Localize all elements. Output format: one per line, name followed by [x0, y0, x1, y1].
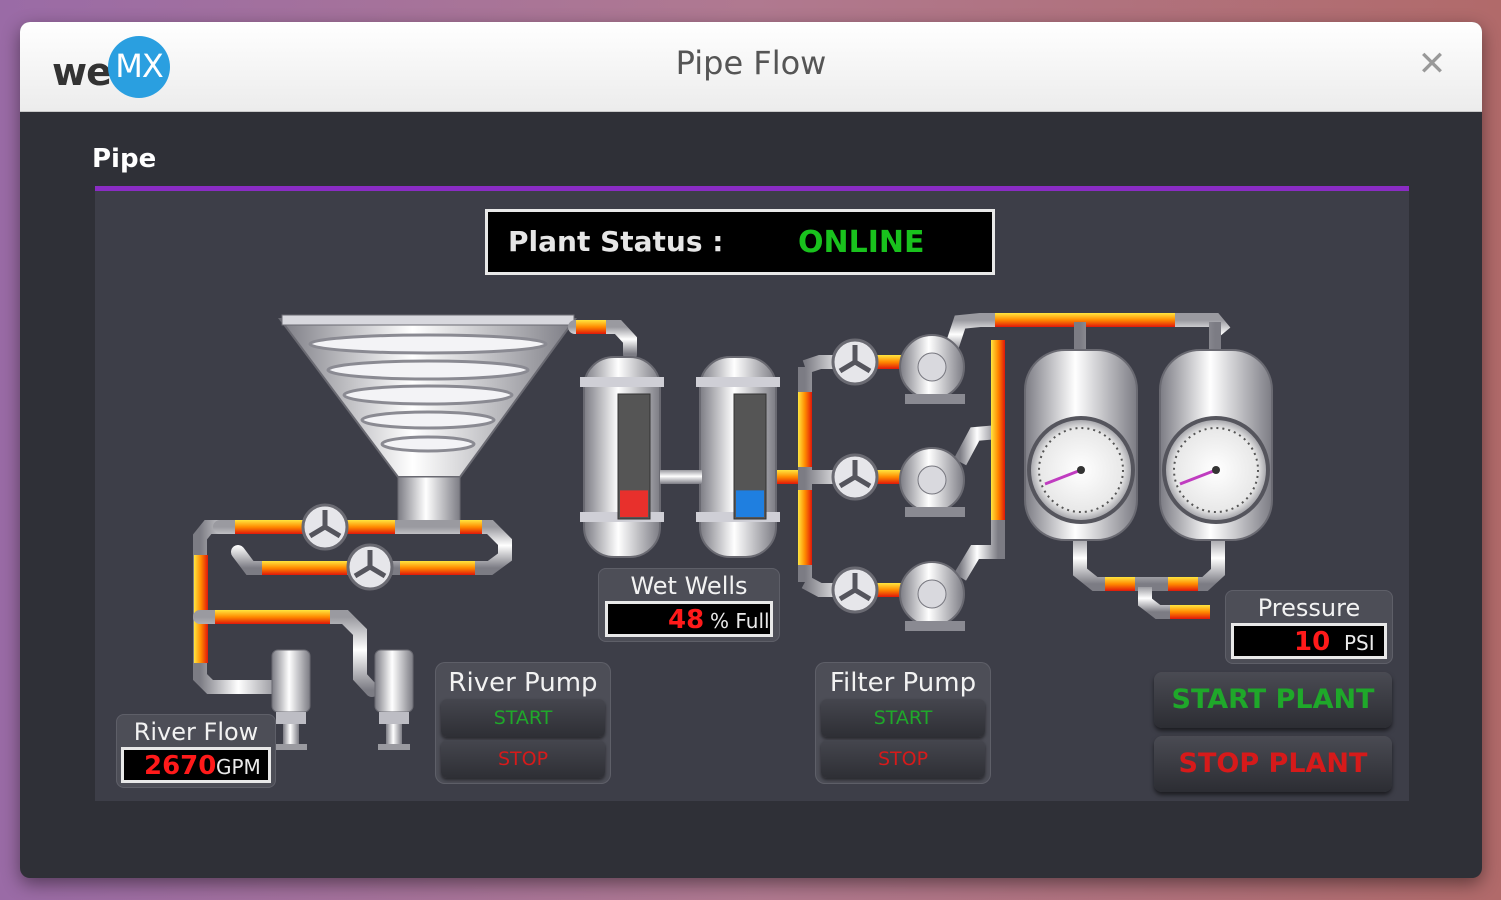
filter-fan-1	[831, 338, 879, 386]
river-flow-value-box: 2670 GPM	[121, 747, 271, 783]
river-pump-stop-button[interactable]: STOP	[441, 740, 605, 778]
river-pump-controls: River Pump START STOP	[435, 662, 611, 784]
river-flow-label: River Flow	[133, 718, 259, 746]
pressure-value-box: 10 PSI	[1231, 623, 1387, 659]
wet-wells-value: 48	[668, 605, 705, 635]
pressure-readout: Pressure 10 PSI	[1225, 590, 1393, 664]
filter-pump-1	[899, 334, 965, 404]
wet-well-tank-right	[696, 356, 780, 558]
filter-fan-2	[831, 453, 879, 501]
pressure-tank-right	[1159, 349, 1273, 541]
filter-pump-label: Filter Pump	[829, 668, 977, 698]
filter-pump-start-button[interactable]: START	[821, 699, 985, 737]
pressure-label: Pressure	[1257, 594, 1361, 622]
filter-pump-stop-button[interactable]: STOP	[821, 740, 985, 778]
pressure-value: 10	[1294, 627, 1331, 657]
wet-wells-unit: % Full	[710, 609, 770, 633]
filter-fan-3	[831, 566, 879, 614]
start-plant-button[interactable]: START PLANT	[1154, 672, 1392, 728]
hopper	[278, 314, 577, 533]
pressure-tank-left	[1024, 349, 1138, 541]
river-flow-value: 2670	[144, 751, 217, 781]
filter-pump-3	[899, 561, 965, 631]
river-fan-1	[301, 503, 349, 551]
river-pump-motor-2	[374, 649, 414, 750]
wet-wells-value-box: 48 % Full	[605, 601, 773, 637]
app-window: we MX Pipe Flow ✕ Pipe Plant Status: ON…	[20, 22, 1482, 878]
wet-wells-readout: Wet Wells 48 % Full	[598, 568, 780, 642]
plant-status-display: Plant Status : ONLINE	[485, 209, 995, 275]
stop-plant-button[interactable]: STOP PLANT	[1154, 736, 1392, 792]
wet-wells-label: Wet Wells	[630, 572, 748, 600]
pressure-unit: PSI	[1344, 631, 1375, 655]
filter-pump-controls: Filter Pump START STOP	[815, 662, 991, 784]
river-pump-label: River Pump	[448, 668, 598, 698]
wet-well-tank-left	[580, 356, 664, 558]
filter-pump-2	[899, 447, 965, 517]
plant-status-label: Plant Status :	[508, 225, 724, 258]
river-pump-start-button[interactable]: START	[441, 699, 605, 737]
river-fan-2	[346, 543, 394, 591]
river-flow-unit: GPM	[216, 755, 261, 779]
river-flow-readout: River Flow 2670 GPM	[116, 714, 276, 788]
well-connector-pipe	[660, 470, 702, 484]
river-pump-motor-1	[271, 649, 311, 750]
plant-status-value: ONLINE	[798, 225, 925, 260]
